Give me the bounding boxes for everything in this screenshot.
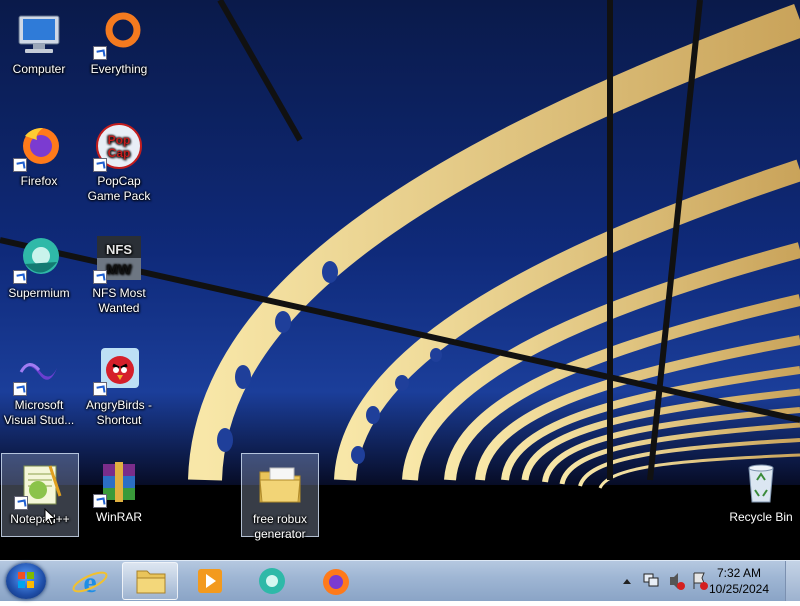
desktop-icon-label: Computer [12, 62, 66, 76]
svg-text:e: e [83, 566, 96, 599]
taskbar-media-player[interactable] [182, 562, 238, 600]
taskbar-firefox[interactable] [308, 562, 364, 600]
desktop-icon-popcap[interactable]: Pop Cap PopCap Game Pack [80, 116, 158, 204]
svg-text:Pop: Pop [108, 133, 131, 147]
internet-explorer-icon: e [72, 566, 108, 599]
desktop-icon-visual-studio[interactable]: Microsoft Visual Stud... [0, 340, 78, 428]
winrar-icon [93, 458, 143, 508]
desktop-icon-label: Recycle Bin [729, 510, 793, 524]
folder-icon [256, 460, 304, 508]
shortcut-arrow-icon [93, 270, 107, 284]
shortcut-arrow-icon [13, 270, 27, 284]
desktop-icon-supermium[interactable]: Supermium [0, 228, 78, 301]
supermium-icon [259, 568, 285, 594]
shortcut-arrow-icon [93, 494, 107, 508]
computer-icon [15, 10, 63, 58]
desktop-icon-recycle-bin[interactable]: Recycle Bin [722, 452, 800, 525]
taskbar-file-explorer[interactable] [122, 562, 178, 600]
desktop-icon-label: Supermium [8, 286, 70, 300]
firefox-icon [13, 122, 63, 172]
shortcut-arrow-icon [93, 46, 107, 60]
taskbar-internet-explorer[interactable]: e [62, 562, 118, 600]
everything-icon [93, 10, 143, 60]
recycle-bin-icon [737, 458, 785, 506]
desktop-icon-nfs[interactable]: NFS MW NFS Most Wanted [80, 228, 158, 316]
desktop-icon-label: Everything [90, 62, 148, 76]
desktop-icon-label: NFS Most Wanted [92, 286, 146, 315]
show-hidden-icons-icon[interactable] [623, 579, 631, 584]
shortcut-arrow-icon [13, 382, 27, 396]
desktop-icon-angry-birds[interactable]: AngryBirds - Shortcut [80, 340, 158, 428]
notepad-plus-plus-icon [14, 460, 64, 510]
desktop-icon-label: free robux generator [252, 512, 308, 541]
shortcut-arrow-icon [14, 496, 28, 510]
clock-date: 10/25/2024 [708, 582, 770, 596]
start-button[interactable] [6, 563, 46, 599]
windows-logo-icon [18, 572, 34, 588]
mouse-cursor-icon [44, 508, 56, 526]
desktop[interactable]: Computer Everything Firefox Pop Cap PopCa… [0, 0, 800, 560]
desktop-icon-label: WinRAR [95, 510, 142, 524]
shortcut-arrow-icon [93, 382, 107, 396]
shortcut-arrow-icon [13, 158, 27, 172]
supermium-icon [13, 234, 63, 284]
file-explorer-icon [136, 570, 166, 594]
clock-time: 7:32 AM [716, 566, 762, 580]
desktop-icon-label: Notepad++ [10, 512, 70, 526]
desktop-icon-label: Microsoft Visual Stud... [3, 398, 75, 427]
show-desktop-button[interactable] [785, 561, 800, 601]
taskbar-clock[interactable]: 7:32 AM 10/25/2024 [704, 565, 774, 597]
desktop-icon-winrar[interactable]: WinRAR [80, 452, 158, 525]
taskbar: e 7:32 AM 10/25/2024 [0, 560, 800, 601]
svg-text:NFS: NFS [106, 242, 132, 257]
angry-birds-icon [93, 346, 143, 396]
shortcut-arrow-icon [93, 158, 107, 172]
desktop-icon-everything[interactable]: Everything [80, 4, 158, 77]
taskbar-supermium[interactable] [244, 562, 300, 600]
svg-text:Cap: Cap [108, 146, 131, 160]
desktop-icon-free-robux-generator[interactable]: free robux generator [241, 453, 319, 541]
volume-muted-icon[interactable] [670, 573, 685, 590]
firefox-icon [323, 569, 349, 595]
media-player-icon [198, 569, 222, 593]
svg-text:MW: MW [107, 261, 133, 277]
popcap-icon: Pop Cap [93, 122, 143, 172]
desktop-icon-label: AngryBirds - Shortcut [85, 398, 153, 427]
desktop-icon-label: Firefox [20, 174, 58, 188]
system-tray [618, 561, 718, 601]
desktop-icon-computer[interactable]: Computer [0, 4, 78, 77]
nfs-icon: NFS MW [93, 234, 143, 284]
desktop-icon-notepad-plus-plus[interactable]: Notepad++ [1, 453, 79, 537]
desktop-icon-firefox[interactable]: Firefox [0, 116, 78, 189]
network-icon[interactable] [643, 573, 659, 587]
desktop-icon-label: PopCap Game Pack [87, 174, 151, 203]
visual-studio-icon [13, 346, 63, 396]
